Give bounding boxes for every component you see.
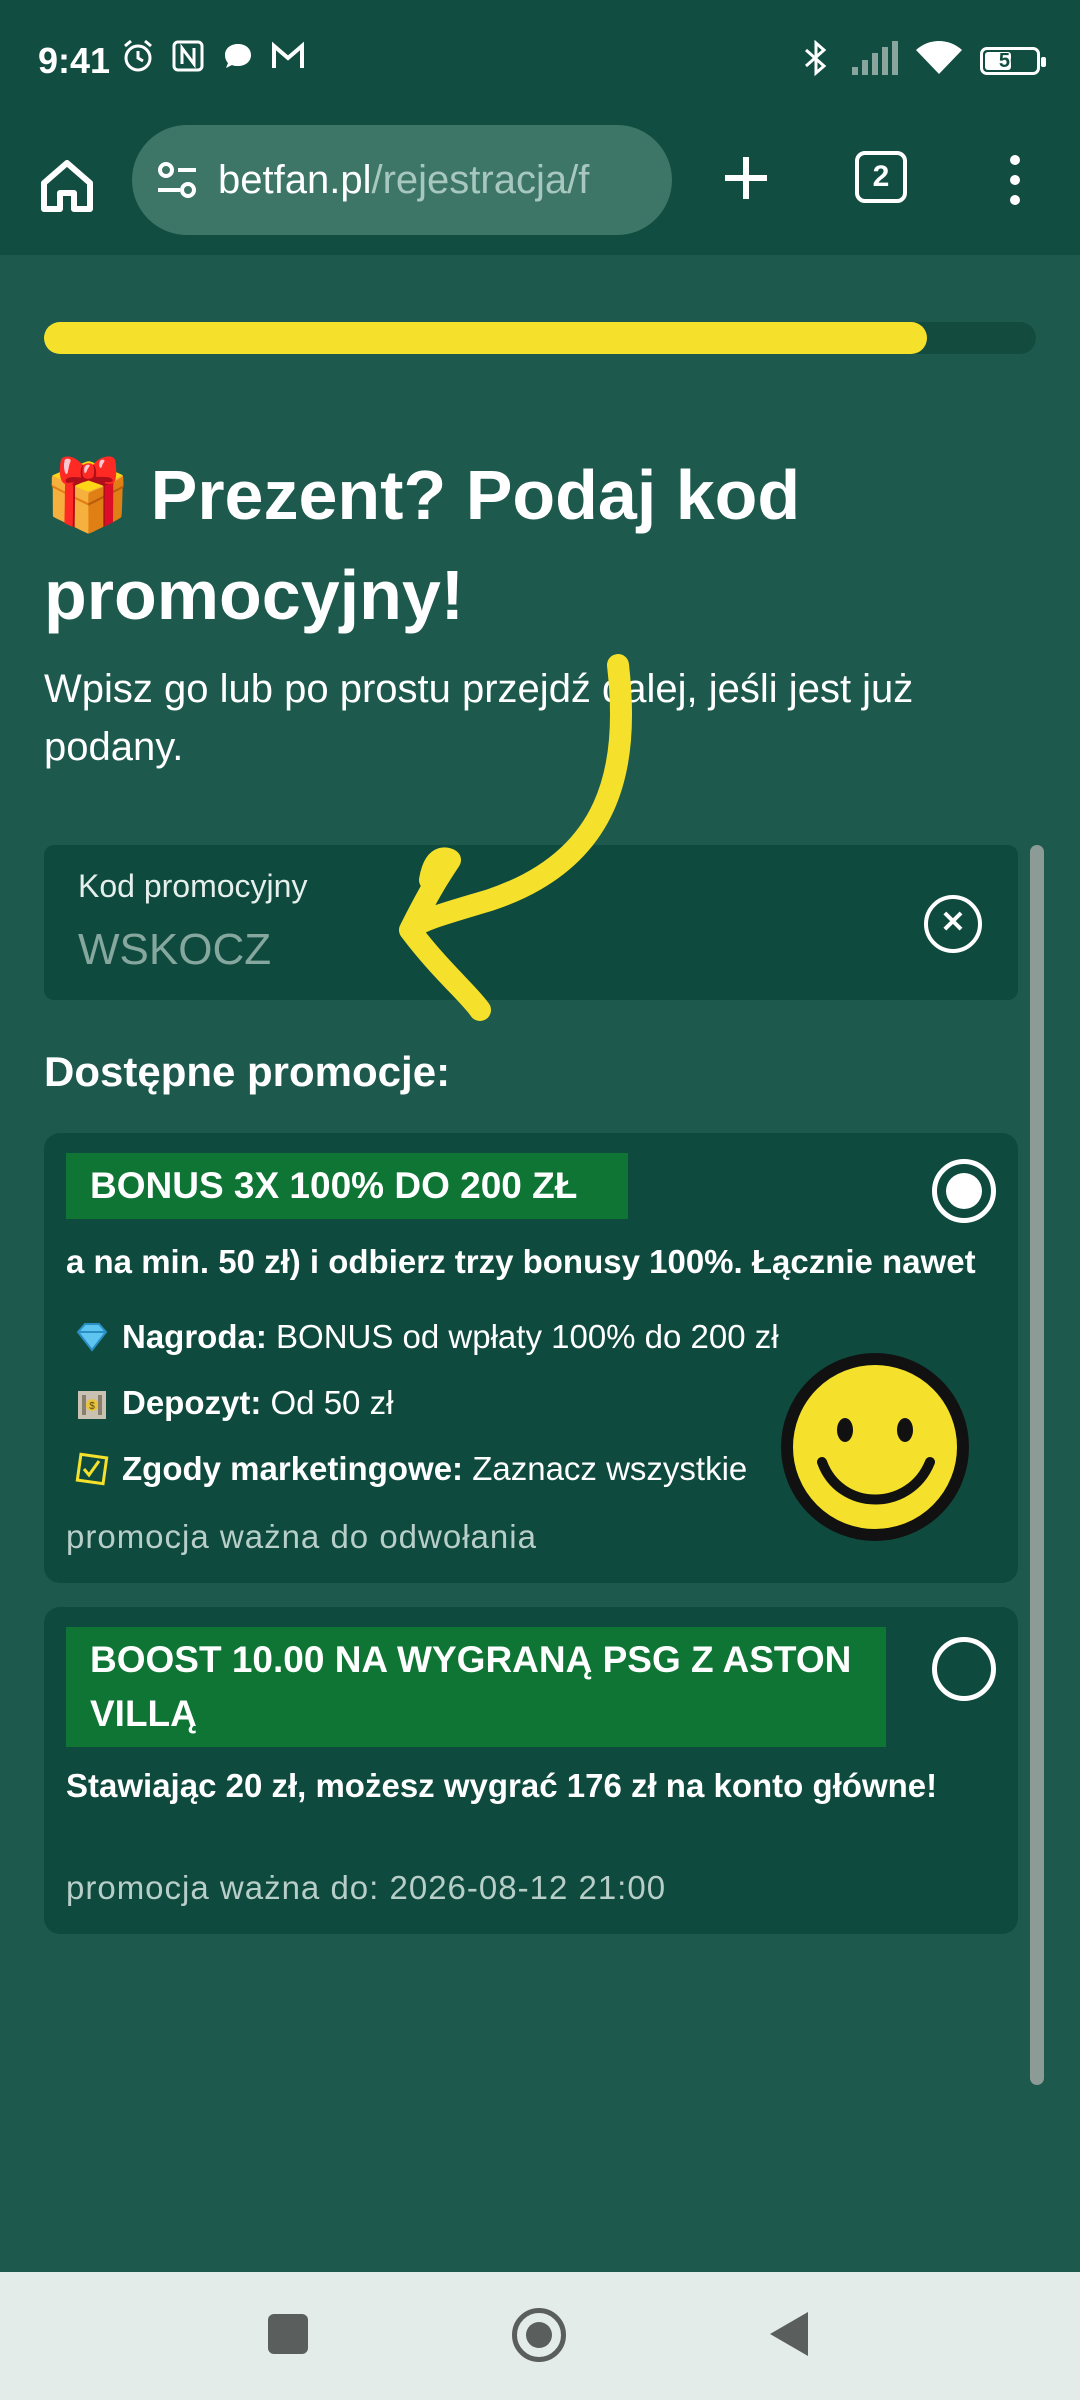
promotion-card-boost[interactable]: BOOST 10.00 NA WYGRANĄ PSG Z ASTON VILLĄ… (44, 1607, 1018, 1934)
gmail-icon (270, 38, 306, 74)
site-settings-icon[interactable] (154, 157, 200, 203)
promotion-radio-selected[interactable] (932, 1159, 996, 1223)
clear-promo-button[interactable]: ✕ (924, 895, 982, 953)
gift-emoji: 🎁 (44, 456, 132, 534)
more-vert-icon (1010, 155, 1020, 205)
url-text[interactable]: betfan.pl/rejestracja/f (218, 158, 648, 203)
chat-icon (220, 38, 256, 74)
registration-progress (44, 322, 1036, 354)
hand-drawn-arrow-icon (399, 654, 633, 1021)
progress-fill (44, 322, 927, 354)
diamond-icon (76, 1323, 108, 1352)
page-title: 🎁 Prezent? Podaj kod promocyjny! (44, 445, 1034, 645)
detail-consent-value: Zaznacz wszystkie (463, 1450, 748, 1487)
detail-deposit-value: Od 50 zł (261, 1384, 394, 1421)
battery-level: 56 (998, 49, 1022, 72)
promotion-validity: promocja ważna do: 2026-08-12 21:00 (66, 1869, 667, 1906)
promotion-badge: BOOST 10.00 NA WYGRANĄ PSG Z ASTON VILLĄ (66, 1627, 886, 1747)
detail-consent-label: Zgody marketingowe: (122, 1450, 464, 1487)
status-time: 9:41 (38, 40, 111, 81)
status-bar: 9:41 56 (0, 0, 1080, 125)
checkbox-icon (75, 1452, 109, 1486)
promotion-validity: promocja ważna do odwołania (66, 1518, 537, 1555)
notification-icons (120, 38, 306, 74)
promotion-radio-unselected[interactable] (932, 1637, 996, 1701)
wifi-icon (916, 40, 962, 81)
promotion-description: Stawiając 20 zł, możesz wygrać 176 zł na… (66, 1767, 938, 1804)
home-button[interactable] (36, 155, 98, 217)
detail-reward-value: BONUS od wpłaty 100% do 200 zł (266, 1318, 779, 1355)
nfc-icon (170, 38, 206, 74)
system-icons: 56 (800, 38, 1046, 83)
detail-marketing-consent: Zgody marketingowe: Zaznacz wszystkie (74, 1450, 747, 1488)
plus-icon (725, 157, 767, 199)
home-icon (41, 160, 93, 212)
overflow-menu-button[interactable] (995, 150, 1035, 210)
recents-button[interactable] (268, 2314, 308, 2354)
address-bar[interactable]: betfan.pl/rejestracja/f (132, 125, 672, 235)
detail-reward-label: Nagroda: (122, 1318, 267, 1355)
svg-text:$: $ (89, 1401, 95, 1412)
detail-deposit: $ Depozyt: Od 50 zł (74, 1384, 393, 1422)
scrollbar[interactable] (1030, 845, 1044, 2085)
close-icon: ✕ (940, 906, 966, 939)
url-domain: betfan.pl (218, 157, 372, 202)
system-navigation-bar (0, 2272, 1080, 2400)
page-title-text: Prezent? Podaj kod promocyjny! (44, 456, 801, 634)
browser-toolbar: betfan.pl/rejestracja/f 2 (0, 125, 1080, 255)
signal-icon (850, 41, 898, 80)
battery-indicator: 56 (980, 46, 1046, 75)
promotion-badge: BONUS 3X 100% DO 200 ZŁ (66, 1153, 628, 1219)
promo-code-label: Kod promocyjny (78, 868, 308, 904)
new-tab-button[interactable] (715, 147, 777, 209)
url-path: /rejestracja/f (371, 157, 590, 202)
detail-reward: Nagroda: BONUS od wpłaty 100% do 200 zł (74, 1318, 779, 1356)
smiley-face-icon (781, 1353, 969, 1541)
home-nav-button[interactable] (512, 2308, 566, 2362)
promotion-description: a na min. 50 zł) i odbierz trzy bonusy 1… (66, 1243, 976, 1280)
detail-deposit-label: Depozyt: (122, 1384, 262, 1421)
bank-icon: $ (78, 1391, 106, 1419)
available-promotions-heading: Dostępne promocje: (44, 1048, 451, 1095)
back-button[interactable] (770, 2312, 808, 2356)
bluetooth-icon (800, 38, 832, 83)
promo-code-input[interactable]: WSKOCZ (78, 925, 271, 975)
alarm-icon (120, 38, 156, 74)
tab-switcher-button[interactable]: 2 (855, 151, 907, 203)
